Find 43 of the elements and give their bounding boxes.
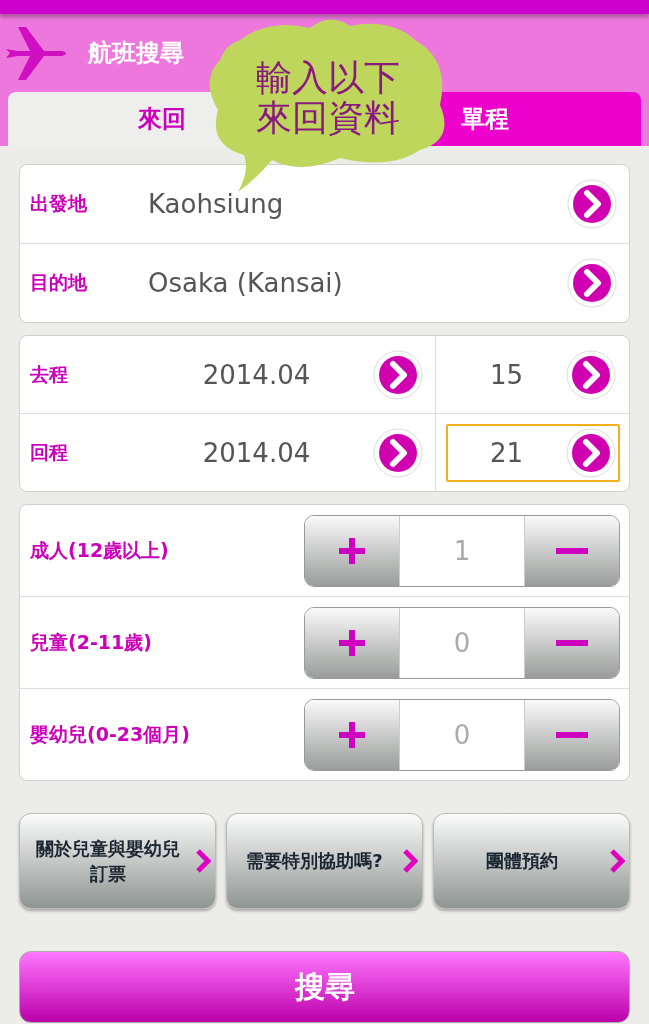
field-label: 回程 (30, 439, 69, 465)
minus-icon (556, 730, 588, 739)
month-value: 2014.04 (201, 359, 312, 390)
chevron-circle-icon[interactable] (373, 349, 423, 400)
count-value: 0 (399, 607, 525, 678)
search-button[interactable]: 搜尋 (19, 951, 630, 1023)
chevron-circle-icon[interactable] (567, 179, 617, 229)
count-value: 1 (399, 515, 525, 586)
info-button[interactable]: 團體預約 (433, 813, 630, 909)
chevron-circle-icon[interactable] (565, 427, 616, 478)
passenger-label: 嬰幼兒(0-23個月) (30, 721, 191, 747)
chevron-icon (609, 848, 625, 874)
info-button[interactable]: 關於兒童與嬰幼兒 訂票 (19, 813, 216, 909)
day-field[interactable]: 21 (445, 423, 620, 482)
passenger-label: 成人(12歲以上) (30, 537, 170, 563)
field-label: 目的地 (30, 270, 88, 295)
field-label: 出發地 (30, 191, 88, 216)
chevron-icon (195, 848, 211, 874)
callout-tooltip-text: 輸入以下 來回資料 (255, 58, 401, 138)
minus-button[interactable] (525, 515, 619, 586)
plus-button[interactable] (305, 699, 399, 770)
chevron-circle-icon[interactable] (567, 258, 617, 308)
plus-button[interactable] (305, 515, 399, 586)
passenger-label: 兒童(2-11歲) (30, 629, 153, 655)
chevron-circle-icon[interactable] (565, 349, 616, 400)
field-label: 去程 (30, 361, 69, 387)
minus-icon (556, 638, 588, 647)
month-value: 2014.04 (201, 437, 312, 468)
day-field[interactable]: 15 (445, 345, 620, 404)
field-value: Osaka (Kansai) (148, 268, 344, 298)
plus-icon (337, 535, 367, 566)
plus-icon (337, 719, 367, 750)
chevron-icon (402, 848, 418, 874)
plus-icon (337, 627, 367, 658)
screen-title: 航班搜尋 (88, 38, 184, 69)
chevron-circle-icon[interactable] (373, 427, 423, 478)
info-button[interactable]: 需要特別協助嗎? (226, 813, 423, 909)
minus-button[interactable] (525, 607, 619, 678)
minus-button[interactable] (525, 699, 619, 770)
count-value: 0 (399, 699, 525, 770)
plus-button[interactable] (305, 607, 399, 678)
minus-icon (556, 546, 588, 555)
field-value: Kaohsiung (148, 189, 285, 219)
